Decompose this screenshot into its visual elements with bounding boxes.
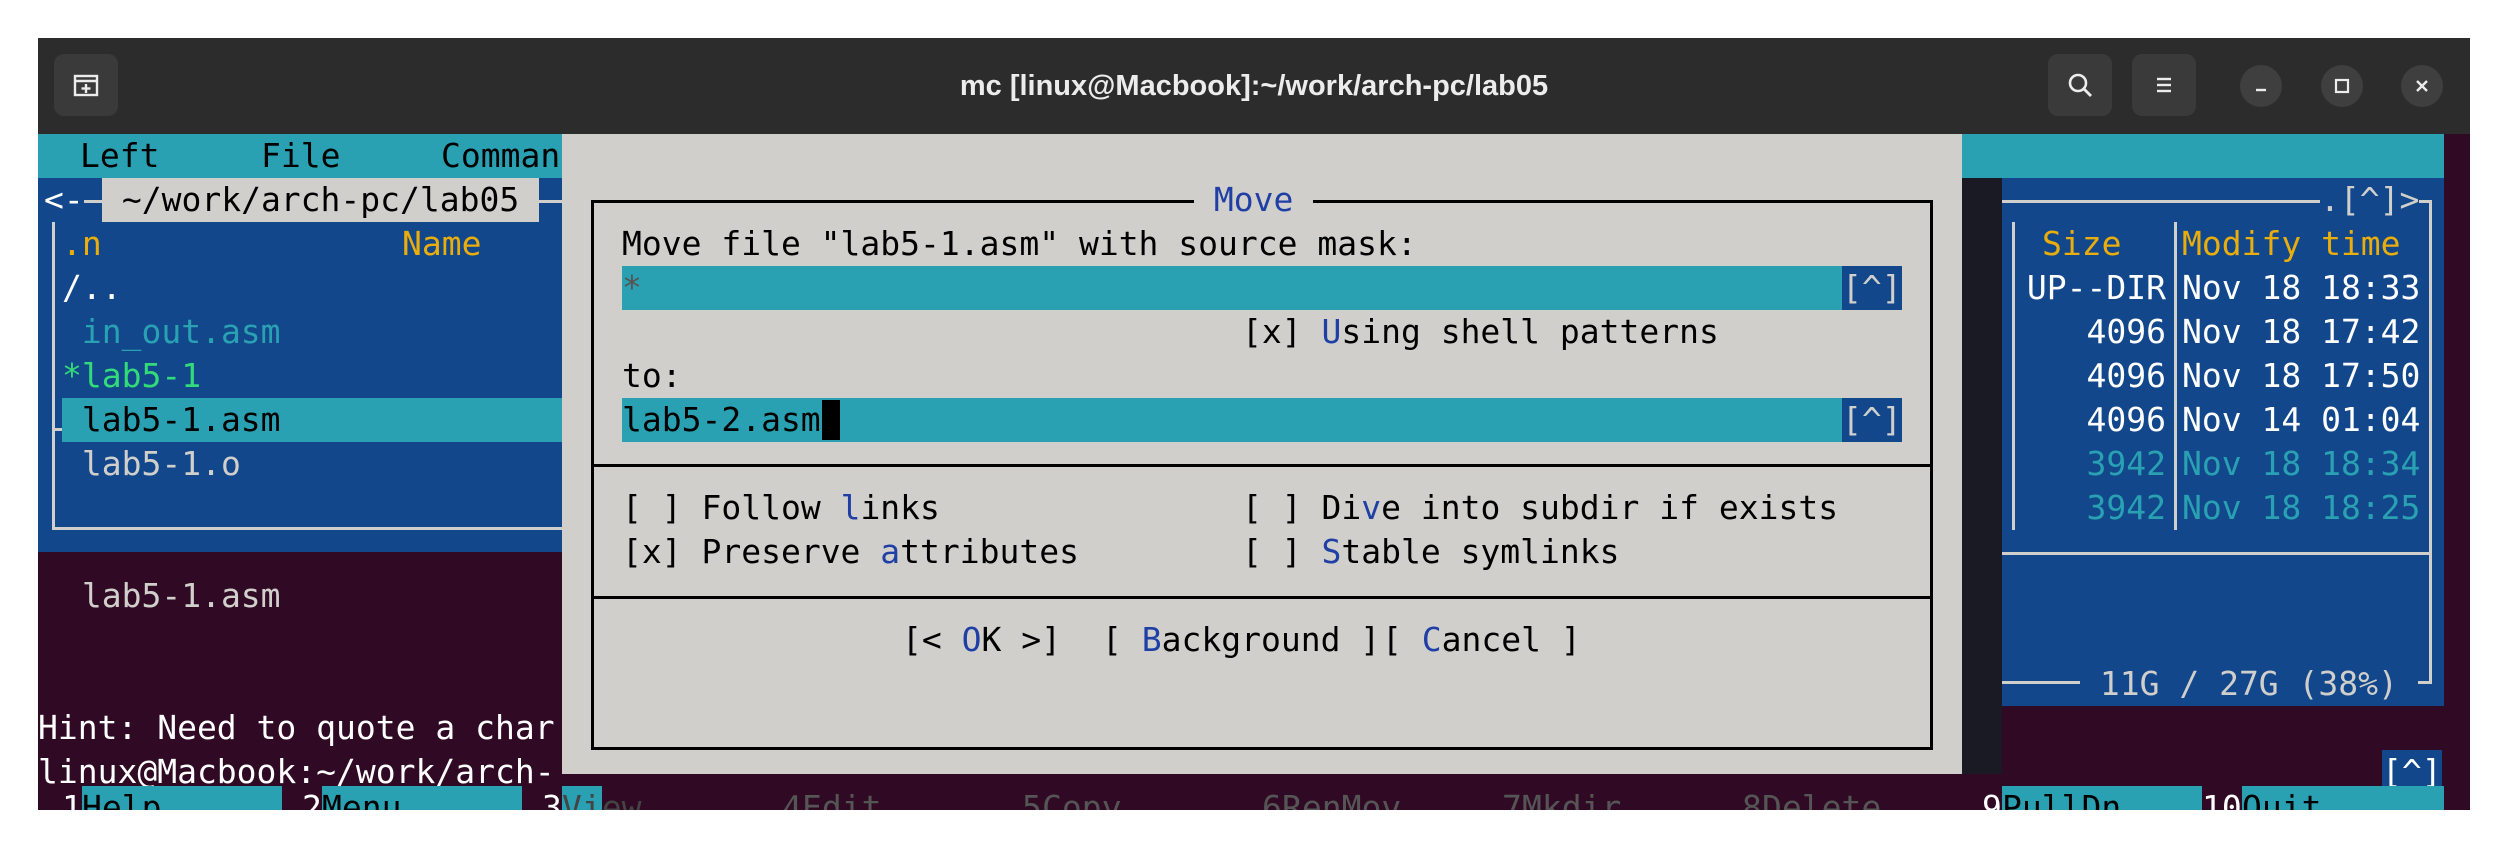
maximize-icon	[2334, 78, 2350, 94]
terminal-area[interactable]: Left File Comman <- ~/work/arch-pc/lab05…	[38, 134, 2470, 810]
main-menu-button[interactable]	[2132, 54, 2196, 116]
fkey-quit[interactable]: Quit	[2242, 786, 2444, 810]
stable-symlinks-checkbox[interactable]: [ ] Stable symlinks	[1242, 530, 1620, 574]
fkey-6-num: 6	[1262, 788, 1282, 810]
source-history-button[interactable]: [^]	[1842, 266, 1902, 310]
fkey-edit[interactable]: Edit	[802, 786, 881, 810]
hamburger-menu-icon	[2157, 77, 2171, 93]
row-size[interactable]: 3942	[2020, 442, 2166, 486]
menu-command[interactable]: Comman	[441, 134, 560, 178]
fkey-copy[interactable]: Copy	[1042, 786, 1121, 810]
dialog-sep-1	[591, 464, 1933, 467]
row-size[interactable]: 4096	[2020, 354, 2166, 398]
close-button[interactable]	[2401, 65, 2443, 107]
fkey-menu[interactable]: Menu	[322, 786, 522, 810]
left-col-name[interactable]: Name	[402, 222, 481, 266]
preserve-attributes-checkbox[interactable]: [x] Preserve attributes	[622, 530, 1079, 574]
row-size[interactable]: UP--DIR	[2020, 266, 2166, 310]
row-size[interactable]: 4096	[2020, 310, 2166, 354]
source-mask-label: Move file "lab5-1.asm" with source mask:	[622, 224, 1417, 263]
fkey-renmov[interactable]: RenMov	[1282, 786, 1401, 810]
fkey-4-num: 4	[782, 788, 802, 810]
minimize-icon	[2256, 88, 2266, 92]
right-panel-corner[interactable]: .[^]>	[2320, 178, 2420, 222]
right-col-sep-1	[2012, 222, 2015, 530]
fkey-9-num: 9	[1982, 788, 2002, 810]
search-button[interactable]	[2048, 54, 2112, 116]
dialog-sep-2	[591, 596, 1933, 599]
follow-links-checkbox[interactable]: [ ] Follow links	[622, 486, 940, 530]
destination-value[interactable]: lab5-2.asm	[622, 398, 821, 442]
row-time[interactable]: Nov 18 17:50	[2182, 354, 2420, 398]
fkey-help[interactable]: Help	[82, 786, 282, 810]
left-mini-status: lab5-1.asm	[62, 576, 281, 615]
right-col-sep-2	[2174, 222, 2177, 530]
destination-history-button[interactable]: [^]	[1842, 398, 1902, 442]
row-time[interactable]: Nov 14 01:04	[2182, 398, 2420, 442]
row-time[interactable]: Nov 18 18:25	[2182, 486, 2420, 530]
terminal-window: mc [linux@Macbook]:~/work/arch-pc/lab05	[38, 38, 2470, 810]
close-icon	[2416, 80, 2428, 92]
menu-file[interactable]: File	[261, 134, 340, 178]
hint-line: Hint: Need to quote a char	[38, 708, 555, 747]
fkey-3-num: 3	[542, 788, 562, 810]
list-item[interactable]: *lab5-1	[62, 354, 201, 398]
dive-subdir-checkbox[interactable]: [ ] Dive into subdir if exists	[1242, 486, 1838, 530]
right-panel-divider	[1962, 552, 2432, 555]
right-col-size[interactable]: Size	[2042, 222, 2121, 266]
source-mask-value[interactable]: *	[622, 266, 642, 310]
minimize-button[interactable]	[2240, 65, 2282, 107]
to-label: to:	[622, 356, 682, 395]
list-item[interactable]: /..	[62, 266, 122, 310]
maximize-button[interactable]	[2321, 65, 2363, 107]
fkey-1-num: 1	[62, 788, 82, 810]
row-time[interactable]: Nov 18 18:34	[2182, 442, 2420, 486]
fkey-view[interactable]: View	[562, 786, 762, 810]
title-bar: mc [linux@Macbook]:~/work/arch-pc/lab05	[38, 38, 2470, 134]
right-col-modify[interactable]: Modify time	[2182, 222, 2401, 266]
menu-left[interactable]: Left	[80, 134, 159, 178]
left-panel-arrow[interactable]: <-	[44, 178, 84, 222]
list-item-selected[interactable]: lab5-1.asm	[62, 398, 281, 442]
background-button[interactable]: [ Background ]	[1102, 618, 1380, 662]
row-time[interactable]: Nov 18 17:42	[2182, 310, 2420, 354]
row-size[interactable]: 3942	[2020, 486, 2166, 530]
fkey-pulldn[interactable]: PullDn	[2002, 786, 2202, 810]
fkey-10-num: 10	[2202, 788, 2242, 810]
fkey-delete[interactable]: Delete	[1762, 786, 1881, 810]
text-cursor	[822, 400, 840, 440]
list-item[interactable]: lab5-1.o	[62, 442, 241, 486]
fkey-2-num: 2	[302, 788, 322, 810]
left-col-n[interactable]: .n	[62, 222, 102, 266]
fkey-5-num: 5	[1022, 788, 1042, 810]
left-panel-path[interactable]: ~/work/arch-pc/lab05	[102, 178, 540, 222]
ok-button[interactable]: [< OK >]	[902, 618, 1061, 662]
dialog-shadow	[1962, 178, 2002, 774]
disk-usage-info: 11G / 27G (38%)	[2080, 662, 2418, 706]
row-size[interactable]: 4096	[2020, 398, 2166, 442]
row-time[interactable]: Nov 18 18:33	[2182, 266, 2420, 310]
move-dialog-title: Move	[1194, 178, 1314, 222]
list-item[interactable]: in_out.asm	[62, 310, 281, 354]
fkey-mkdir[interactable]: Mkdir	[1522, 786, 1621, 810]
search-icon	[2068, 73, 2092, 97]
shell-patterns-checkbox[interactable]: [x] Using shell patterns	[1242, 310, 1719, 354]
source-mask-input[interactable]	[622, 266, 1902, 310]
cancel-button[interactable]: [ Cancel ]	[1382, 618, 1581, 662]
fkey-7-num: 7	[1502, 788, 1522, 810]
fkey-8-num: 8	[1742, 788, 1762, 810]
